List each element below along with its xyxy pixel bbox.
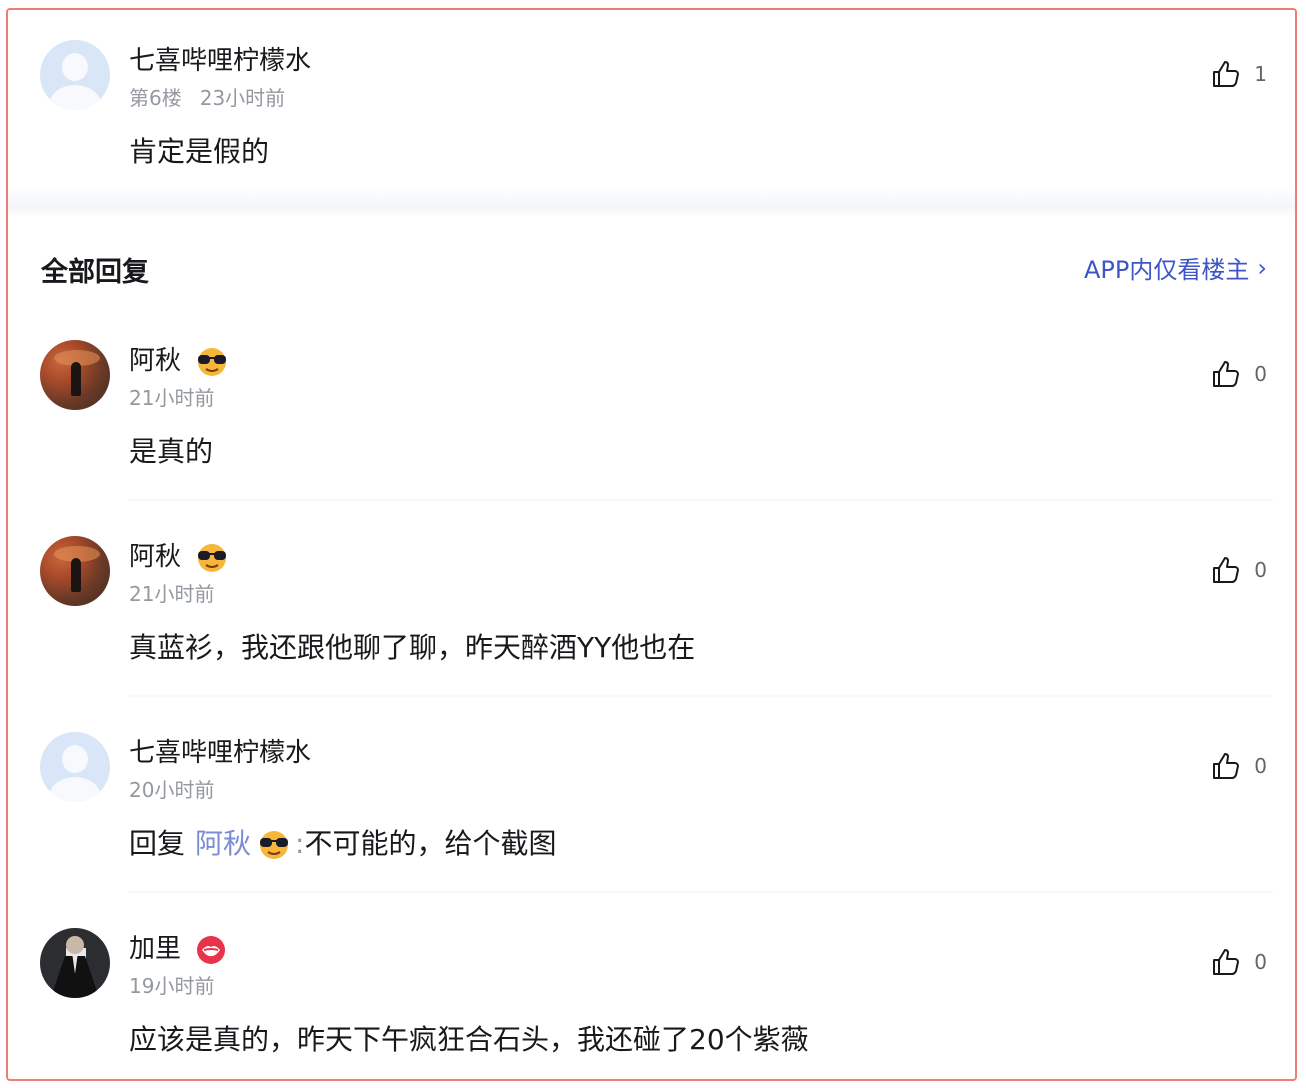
only-host-label: APP内仅看楼主: [1084, 256, 1250, 284]
reply-username-text: 阿秋: [129, 346, 182, 376]
lips-emoji-icon: [197, 935, 226, 964]
reply-text: 真蓝衫，我还跟他聊了聊，昨天醉酒YY他也在: [129, 631, 696, 664]
sunglasses-emoji-icon: [198, 543, 227, 572]
like-count: 0: [1254, 754, 1267, 778]
user-avatar[interactable]: [40, 536, 110, 606]
user-avatar[interactable]: [40, 340, 110, 410]
reply-username-text: 加里: [129, 934, 182, 964]
reply-prefix: 回复: [129, 827, 186, 860]
thumbs-up-icon: [1213, 753, 1240, 779]
reply-divider: [128, 890, 1273, 894]
comment-thread-panel: 七喜哔哩柠檬水 第6楼 23小时前 肯定是假的 1 全部回复 APP内仅看楼主 ›…: [6, 8, 1297, 1081]
reply-time: 19小时前: [129, 974, 215, 998]
thumbs-up-icon: [1213, 61, 1240, 87]
reply-username[interactable]: 七喜哔哩柠檬水: [129, 732, 311, 769]
like-button[interactable]: 0: [1210, 946, 1267, 978]
sunglasses-emoji-icon: [260, 831, 289, 859]
like-count: 0: [1254, 558, 1267, 582]
like-count: 1: [1254, 62, 1267, 86]
like-button[interactable]: 0: [1210, 554, 1267, 586]
reply-text: 应该是真的，昨天下午疯狂合石头，我还碰了20个紫薇: [129, 1023, 809, 1056]
user-avatar[interactable]: [40, 928, 110, 998]
reply-text: 不可能的，给个截图: [304, 827, 557, 860]
like-button[interactable]: 0: [1210, 750, 1267, 782]
only-host-link[interactable]: APP内仅看楼主 ›: [1084, 250, 1267, 285]
section-divider: [8, 188, 1295, 218]
reply-username-text: 阿秋: [129, 542, 182, 572]
mention-link[interactable]: 阿秋: [195, 827, 251, 860]
comment-text: 肯定是假的: [129, 135, 270, 168]
reply-time: 21小时前: [129, 386, 215, 410]
reply-text: 是真的: [129, 435, 214, 468]
reply-divider: [128, 694, 1273, 698]
reply-time: 20小时前: [129, 778, 215, 802]
comment-meta: 第6楼 23小时前: [129, 82, 285, 111]
like-count: 0: [1254, 950, 1267, 974]
reply-username[interactable]: 阿秋: [129, 536, 229, 573]
like-button[interactable]: 0: [1210, 358, 1267, 390]
reply-username[interactable]: 阿秋: [129, 340, 229, 377]
comment-username[interactable]: 七喜哔哩柠檬水: [129, 40, 311, 77]
user-avatar[interactable]: [40, 40, 110, 110]
reply-username[interactable]: 加里: [129, 928, 227, 965]
reply-divider: [128, 498, 1273, 502]
thumbs-up-icon: [1213, 949, 1240, 975]
replies-section-title: 全部回复: [41, 257, 149, 288]
reply-time: 21小时前: [129, 582, 215, 606]
comment-time: 23小时前: [199, 86, 286, 110]
reply-text-line: 回复 阿秋:不可能的，给个截图: [129, 822, 556, 862]
thumbs-up-icon: [1213, 361, 1240, 387]
user-avatar[interactable]: [40, 732, 110, 802]
like-count: 0: [1254, 362, 1267, 386]
thumbs-up-icon: [1213, 557, 1240, 583]
sunglasses-emoji-icon: [198, 347, 227, 376]
floor-number: 第6楼: [129, 86, 182, 110]
chevron-right-icon: ›: [1257, 253, 1267, 282]
like-button[interactable]: 1: [1210, 58, 1267, 90]
main-comment: 七喜哔哩柠檬水 第6楼 23小时前 肯定是假的 1: [8, 10, 1295, 200]
